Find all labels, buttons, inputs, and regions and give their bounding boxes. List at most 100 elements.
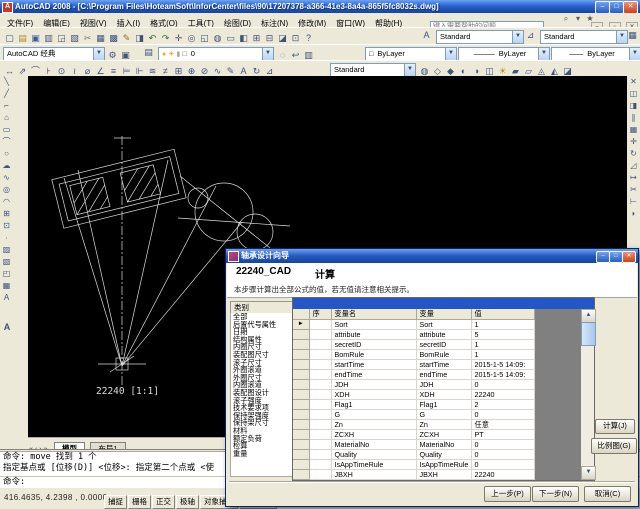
cell-value[interactable]: 2 xyxy=(471,400,534,410)
status-toggle-2[interactable]: 正交 xyxy=(152,495,175,509)
scale-diagram-button[interactable]: 比例图(G) xyxy=(591,438,637,454)
dimension-style-combo[interactable]: Standard ▼ xyxy=(330,63,416,77)
row-selector[interactable] xyxy=(293,380,309,390)
text-style-combo[interactable]: Standard ▼ xyxy=(436,30,524,44)
mirror-icon[interactable]: ◨ xyxy=(627,100,640,112)
row-selector[interactable] xyxy=(293,340,309,350)
erase-icon[interactable]: ✕ xyxy=(627,76,640,88)
header-value[interactable]: 值 xyxy=(471,309,534,320)
cancel-button[interactable]: 取消(C) xyxy=(584,486,631,502)
cell-variable[interactable]: BomRule xyxy=(416,350,471,360)
ellipse-arc-icon[interactable]: ◠ xyxy=(0,196,13,208)
table-row[interactable]: attributeattribute5 xyxy=(293,330,534,340)
ellipse-icon[interactable]: ◎ xyxy=(0,184,13,196)
cell-value[interactable]: 任意 xyxy=(471,420,534,430)
cell-variable[interactable]: Quality xyxy=(416,450,471,460)
trim-icon[interactable]: ✂ xyxy=(627,184,640,196)
table-row[interactable]: endTimeendTime2015-1-5 14:09: xyxy=(293,370,534,380)
table-row[interactable]: GG0 xyxy=(293,410,534,420)
arc-icon[interactable]: ⌒ xyxy=(0,136,13,148)
table-row[interactable]: secretIDsecretID1 xyxy=(293,340,534,350)
calculate-button[interactable]: 计算(J) xyxy=(595,419,635,434)
cell-variable-name[interactable]: secretID xyxy=(331,340,416,350)
cell-variable-name[interactable]: JBXH xyxy=(331,470,416,480)
offset-icon[interactable]: ∥ xyxy=(627,112,640,124)
cell-value[interactable]: 5 xyxy=(471,330,534,340)
row-selector[interactable] xyxy=(293,390,309,400)
cell-seq[interactable] xyxy=(309,410,331,420)
construction-line-icon[interactable]: ╱ xyxy=(0,88,13,100)
cell-variable[interactable]: attribute xyxy=(416,330,471,340)
chevron-down-icon[interactable]: ▼ xyxy=(538,48,549,60)
cell-variable[interactable]: MaterialNo xyxy=(416,440,471,450)
row-selector[interactable] xyxy=(293,440,309,450)
cell-value[interactable]: PT xyxy=(471,430,534,440)
cell-seq[interactable] xyxy=(309,350,331,360)
region-icon[interactable]: ◰ xyxy=(0,268,13,280)
row-selector[interactable] xyxy=(293,470,309,480)
cell-variable-name[interactable]: endTime xyxy=(331,370,416,380)
cell-variable[interactable]: G xyxy=(416,410,471,420)
row-selector[interactable] xyxy=(293,360,309,370)
cell-seq[interactable] xyxy=(309,340,331,350)
cell-value[interactable]: 0 xyxy=(471,450,534,460)
cell-seq[interactable] xyxy=(309,370,331,380)
array-icon[interactable]: ▦ xyxy=(627,124,640,136)
header-variable-name[interactable]: 变量名 xyxy=(331,309,416,320)
cell-variable[interactable]: JBXH xyxy=(416,470,471,480)
dim-style-combo[interactable]: Standard ▼ xyxy=(540,30,628,44)
cell-variable-name[interactable]: Zn xyxy=(331,420,416,430)
cell-variable-name[interactable]: Flag1 xyxy=(331,400,416,410)
dialog-maximize-button[interactable]: □ xyxy=(609,251,623,263)
polygon-icon[interactable]: ⌂ xyxy=(0,112,13,124)
move-icon[interactable]: ✛ xyxy=(627,136,640,148)
cell-variable-name[interactable]: XDH xyxy=(331,390,416,400)
circle-icon[interactable]: ○ xyxy=(0,148,13,160)
cell-seq[interactable] xyxy=(309,400,331,410)
cell-value[interactable]: 1 xyxy=(471,320,534,330)
cell-variable[interactable]: Sort xyxy=(416,320,471,330)
revision-cloud-icon[interactable]: ☁ xyxy=(0,160,13,172)
color-combo[interactable]: □ ByLayer ▼ xyxy=(365,47,457,61)
spline-icon[interactable]: ∿ xyxy=(0,172,13,184)
cell-seq[interactable] xyxy=(309,390,331,400)
cell-value[interactable]: 0 xyxy=(471,440,534,450)
scrollbar-thumb[interactable] xyxy=(581,322,596,346)
table-row[interactable]: JBXHJBXH22240 xyxy=(293,470,534,480)
cell-variable[interactable]: XDH xyxy=(416,390,471,400)
chevron-down-icon[interactable]: ▼ xyxy=(629,48,640,60)
cell-variable[interactable]: ZCXH xyxy=(416,430,471,440)
table-row[interactable]: BomRuleBomRule1 xyxy=(293,350,534,360)
table-row[interactable]: ►SortSort1 xyxy=(293,320,534,330)
extend-icon[interactable]: ⊢ xyxy=(627,196,640,208)
header-seq[interactable]: 序 xyxy=(309,309,331,320)
table-row[interactable]: ZCXHZCXHPT xyxy=(293,430,534,440)
table-row[interactable]: JDHJDH0 xyxy=(293,380,534,390)
category-item-18[interactable]: 重量 xyxy=(231,450,293,458)
previous-step-button[interactable]: 上一步(P) xyxy=(484,486,531,502)
table-row[interactable]: QualityQuality0 xyxy=(293,450,534,460)
gradient-icon[interactable]: ▧ xyxy=(0,256,13,268)
cell-seq[interactable] xyxy=(309,360,331,370)
table-icon[interactable]: ▦ xyxy=(0,280,13,292)
cell-value[interactable]: 0 xyxy=(471,410,534,420)
next-step-button[interactable]: 下一步(N) xyxy=(532,486,579,502)
chevron-down-icon[interactable]: ▼ xyxy=(93,48,104,60)
workspace-combo[interactable]: AutoCAD 经典 ▼ xyxy=(3,47,105,61)
row-selector[interactable] xyxy=(293,410,309,420)
cell-seq[interactable] xyxy=(309,320,331,330)
table-scrollbar[interactable]: ▲ ▼ xyxy=(581,309,594,480)
table-style-icon[interactable]: ▦ xyxy=(626,29,639,42)
cell-variable-name[interactable]: Sort xyxy=(331,320,416,330)
scroll-up-icon[interactable]: ▲ xyxy=(581,309,596,323)
cell-variable-name[interactable]: IsAppTimeRule xyxy=(331,460,416,470)
cell-seq[interactable] xyxy=(309,440,331,450)
cell-seq[interactable] xyxy=(309,460,331,470)
point-icon[interactable]: ∙ xyxy=(0,232,13,244)
chevron-down-icon[interactable]: ▼ xyxy=(445,48,456,60)
table-row[interactable]: XDHXDH22240 xyxy=(293,390,534,400)
rectangle-icon[interactable]: ▭ xyxy=(0,124,13,136)
cell-seq[interactable] xyxy=(309,430,331,440)
cell-seq[interactable] xyxy=(309,420,331,430)
cell-variable-name[interactable]: ZCXH xyxy=(331,430,416,440)
